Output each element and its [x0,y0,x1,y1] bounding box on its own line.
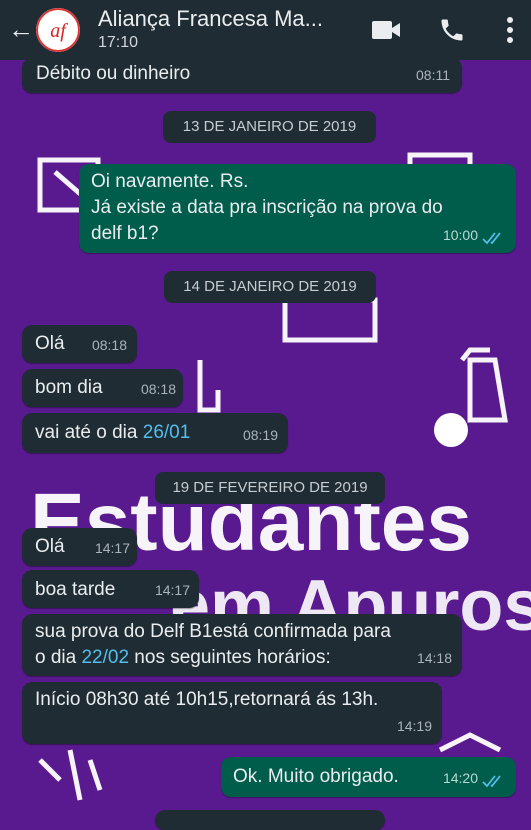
date-link[interactable]: 26/01 [143,422,191,443]
alliance-logo-icon: af [36,8,80,52]
message-text: Início 08h30 até 10h15,retornará ás 13h. [35,689,379,710]
message-text-part: o dia [35,647,82,668]
message-outgoing[interactable]: Oi navamente. Rs. Já existe a data pra i… [79,164,516,253]
more-options-icon[interactable] [505,14,515,46]
message-incoming-partial[interactable] [155,810,385,830]
chat-header: ← af Aliança Francesa Ma... 17:10 [0,0,531,60]
message-time: 14:17 [154,582,190,598]
message-time: 08:18 [91,337,127,353]
message-time: 08:18 [140,381,176,397]
message-text: Olá [35,536,65,557]
last-seen: 17:10 [98,34,139,51]
message-incoming[interactable]: Olá 14:17 [22,528,137,566]
message-incoming[interactable]: Olá 08:18 [22,325,137,363]
message-outgoing[interactable]: Ok. Muito obrigado. 14:20 [221,757,516,797]
message-time: 08:11 [416,67,450,83]
message-incoming[interactable]: bom dia 08:18 [22,369,183,407]
date-separator: 13 DE JANEIRO DE 2019 [163,111,376,143]
message-text: Débito ou dinheiro [36,63,191,84]
svg-text:af: af [50,20,68,42]
message-text: vai até o dia 26/01 [35,421,190,445]
avatar[interactable]: af [36,8,80,52]
message-text-line3: delf b1? [91,223,159,244]
message-text-line1: sua prova do Delf B1está confirmada para [35,621,391,642]
message-text: Ok. Muito obrigado. [233,766,399,787]
video-call-icon[interactable] [371,18,401,42]
message-incoming[interactable]: vai até o dia 26/01 08:19 [22,413,288,453]
phone-call-icon[interactable] [438,16,466,44]
date-link[interactable]: 22/02 [81,647,129,668]
message-incoming[interactable]: Débito ou dinheiro 08:11 [22,58,462,93]
message-time: 14:18 [416,650,452,666]
date-separator: 14 DE JANEIRO DE 2019 [164,271,376,303]
message-text-part: nos seguintes horários: [129,647,331,668]
back-arrow-icon[interactable]: ← [8,14,34,45]
message-text-line2: o dia 22/02 nos seguintes horários: [35,646,331,670]
message-incoming[interactable]: Início 08h30 até 10h15,retornará ás 13h.… [22,682,442,744]
read-receipt-icon [482,775,501,788]
message-time: 14:20 [442,770,478,786]
message-text-line1: Oi navamente. Rs. [91,171,249,192]
message-time: 10:00 [442,227,478,243]
contact-name[interactable]: Aliança Francesa Ma... [98,6,323,32]
message-text: boa tarde [35,579,116,600]
message-time: 14:17 [94,540,130,556]
message-time: 08:19 [242,427,278,443]
message-incoming[interactable]: sua prova do Delf B1está confirmada para… [22,614,462,676]
message-text-part: vai até o dia [35,422,143,443]
message-text: Olá [35,333,65,354]
message-time: 14:19 [396,718,432,734]
read-receipt-icon [482,232,501,245]
date-separator: 19 DE FEVEREIRO DE 2019 [155,472,385,504]
message-text-line2: Já existe a data pra inscrição na prova … [91,197,443,218]
message-text: bom dia [35,377,103,398]
message-incoming[interactable]: boa tarde 14:17 [22,570,199,608]
